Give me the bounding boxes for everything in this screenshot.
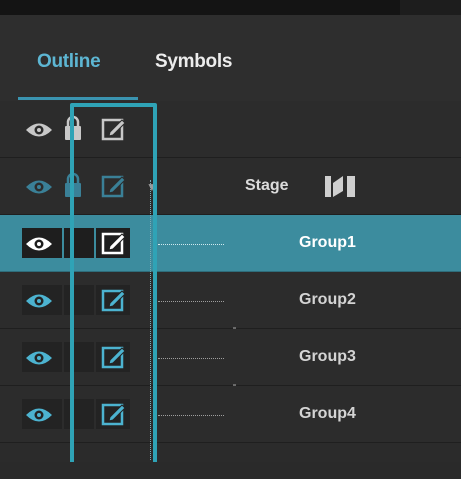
tree-leader-line [158,244,224,245]
tab-bar: Outline Symbols [0,15,461,101]
row-label: Stage [245,177,289,194]
active-tab-indicator [18,97,138,100]
visibility-all-eye-icon[interactable] [24,119,54,141]
tab-symbols[interactable]: Symbols [155,51,232,73]
row-label: Group1 [299,234,356,251]
row-label: Group2 [299,291,356,308]
top-bar-dark [0,0,400,15]
row-label: Group4 [299,405,356,422]
visibility-eye-icon[interactable] [24,290,54,312]
tree-leader-line [158,358,224,359]
stage-icon [325,176,355,197]
tree-leader-line [158,301,224,302]
column-highlight-box [70,103,157,466]
visibility-eye-icon[interactable] [24,404,54,426]
visibility-eye-icon[interactable] [24,176,54,198]
tree-leader-line [158,415,224,416]
row-label: Group3 [299,348,356,365]
visibility-eye-icon[interactable] [24,233,54,255]
top-bar [0,0,461,15]
bottom-bar [0,462,461,479]
visibility-eye-icon[interactable] [24,347,54,369]
tab-outline[interactable]: Outline [37,51,101,73]
